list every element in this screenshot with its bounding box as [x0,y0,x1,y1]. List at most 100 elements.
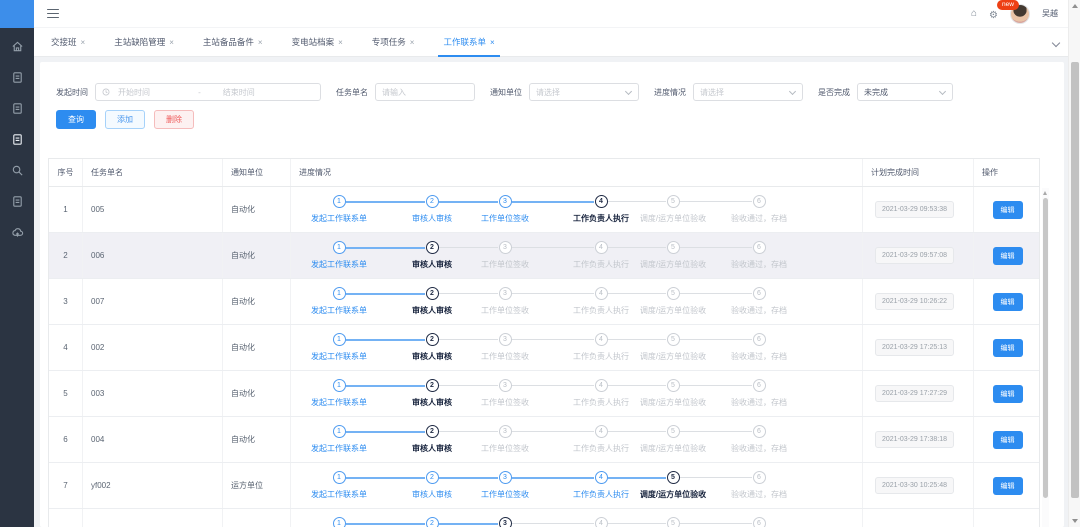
tab-3[interactable]: 主站备品备件 × [196,28,270,56]
close-icon[interactable]: × [338,38,343,47]
tab-label: 专项任务 [372,36,406,48]
edit-button[interactable]: 编辑 [993,247,1023,265]
notify-unit-label: 通知单位 [490,87,522,98]
scroll-up-icon[interactable] [1043,191,1047,195]
edit-button[interactable]: 编辑 [993,431,1023,449]
step-label-3: 工作单位签收 [481,489,529,500]
step-connector [680,247,752,249]
username[interactable]: 吴越 [1042,8,1058,19]
is-done-select[interactable]: 未完成 [857,83,953,101]
settings-gear[interactable]: ⚙ new [989,5,998,23]
progress-select[interactable]: 请选择 [693,83,803,101]
start-time-placeholder: 开始时间 [114,87,194,98]
tab-6[interactable]: 工作联系单× [436,28,501,56]
step-label-3: 工作单位签收 [481,351,529,362]
table-row[interactable]: 6004自动化1发起工作联系单2审核人审核3工作单位签收4工作负责人执行5调度/… [49,417,1039,463]
edit-button[interactable]: 编辑 [993,201,1023,219]
is-done-value: 未完成 [864,87,888,98]
step-label-1: 发起工作联系单 [311,397,367,408]
step-connector [346,201,425,203]
step-connector [512,477,594,479]
edit-button[interactable]: 编辑 [993,339,1023,357]
edit-button[interactable]: 编辑 [993,293,1023,311]
table-scrollbar-thumb[interactable] [1043,198,1048,498]
step-circle-2: 2 [426,195,439,208]
search-icon[interactable] [10,163,24,177]
notify-unit-select[interactable]: 请选择 [529,83,639,101]
row-task-name: 004 [83,417,223,462]
page-scrollbar-thumb[interactable] [1071,62,1079,498]
row-task-name: 006 [83,233,223,278]
step-circle-4: 4 [595,425,608,438]
table-row[interactable]: 1发起工作联系单2审核人审核3工作单位签收4工作负责人执行5调度/运方单位验收6… [49,509,1039,527]
table-row[interactable]: 1005自动化1发起工作联系单2审核人审核3工作单位签收4工作负责人执行5调度/… [49,187,1039,233]
tab-5[interactable]: 专项任务 × [365,28,422,56]
row-task-name: 005 [83,187,223,232]
step-circle-1: 1 [333,195,346,208]
tab-2[interactable]: 主站缺陷管理× [107,28,181,56]
edit-button[interactable]: 编辑 [993,385,1023,403]
row-progress: 1发起工作联系单2审核人审核3工作单位签收4工作负责人执行5调度/运方单位验收6… [291,371,863,416]
close-icon[interactable]: × [81,38,86,47]
filter-bar: 发起时间 开始时间 - 结束时间 任务单名 通知单位 请选择 进度情况 请选择 [56,83,1054,101]
tab-1[interactable]: 交接班 × [44,28,92,56]
row-task-name: yf002 [83,463,223,508]
add-button[interactable]: 添加 [105,110,145,129]
delete-button[interactable]: 删除 [154,110,194,129]
tab-label: 主站备品备件 [203,36,254,48]
home-icon[interactable] [10,39,24,53]
tab-label: 交接班 [51,36,77,48]
step-label-3: 工作单位签收 [481,397,529,408]
file-icon[interactable] [10,70,24,84]
menu-toggle-icon[interactable] [47,9,59,18]
home-icon[interactable]: ⌂ [971,9,977,19]
table-row[interactable]: 3007自动化1发起工作联系单2审核人审核3工作单位签收4工作负责人执行5调度/… [49,279,1039,325]
cloud-upload-icon[interactable] [10,225,24,239]
step-connector [346,523,425,525]
step-circle-5: 5 [667,195,680,208]
step-connector [346,385,425,387]
search-button[interactable]: 查询 [56,110,96,129]
close-icon[interactable]: × [410,38,415,47]
notify-unit-placeholder: 请选择 [536,87,560,98]
close-icon[interactable]: × [258,38,263,47]
table-row[interactable]: 5003自动化1发起工作联系单2审核人审核3工作单位签收4工作负责人执行5调度/… [49,371,1039,417]
file-icon[interactable] [10,194,24,208]
row-index: 6 [49,417,83,462]
col-planned-time: 计划完成时间 [863,159,974,186]
step-circle-4: 4 [595,333,608,346]
chevron-down-icon[interactable] [1053,39,1060,46]
step-connector [608,385,666,387]
scroll-down-icon[interactable] [1072,519,1078,523]
range-separator: - [198,88,201,97]
edit-button[interactable]: 编辑 [993,477,1023,495]
step-circle-4: 4 [595,379,608,392]
table-row[interactable]: 2006自动化1发起工作联系单2审核人审核3工作单位签收4工作负责人执行5调度/… [49,233,1039,279]
progress-placeholder: 请选择 [700,87,724,98]
close-icon[interactable]: × [169,38,174,47]
step-connector [680,201,752,203]
step-circle-2: 2 [426,333,439,346]
scroll-up-icon[interactable] [1072,4,1078,8]
file-icon[interactable] [10,101,24,115]
step-label-2: 审核人审核 [412,443,452,454]
step-circle-1: 1 [333,241,346,254]
table-row[interactable]: 7yf002运方单位1发起工作联系单2审核人审核3工作单位签收4工作负责人执行5… [49,463,1039,509]
page-scrollbar[interactable] [1068,0,1080,527]
tab-4[interactable]: 变电站档案× [285,28,350,56]
date-range-picker[interactable]: 开始时间 - 结束时间 [95,83,321,101]
table-row[interactable]: 4002自动化1发起工作联系单2审核人审核3工作单位签收4工作负责人执行5调度/… [49,325,1039,371]
table-scrollbar[interactable] [1042,188,1049,527]
row-planned-time: 2021-03-29 09:57:08 [863,233,974,278]
close-icon[interactable]: × [490,38,495,47]
task-name-input[interactable] [382,88,468,97]
row-actions [974,509,1041,527]
row-notify-unit: 自动化 [223,371,291,416]
step-connector [608,431,666,433]
task-table: 序号 任务单名 通知单位 进度情况 计划完成时间 操作 1005自动化1发起工作… [48,158,1040,527]
row-index: 7 [49,463,83,508]
file-icon[interactable] [10,132,24,146]
content-card: 发起时间 开始时间 - 结束时间 任务单名 通知单位 请选择 进度情况 请选择 [40,62,1064,527]
step-connector [439,523,498,525]
step-circle-2: 2 [426,379,439,392]
